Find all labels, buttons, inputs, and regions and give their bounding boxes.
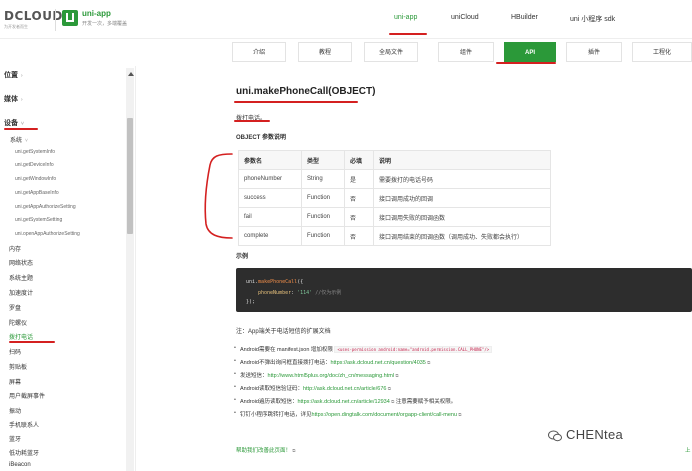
annotation-bracket — [204, 153, 233, 239]
wechat-icon — [548, 430, 562, 442]
watermark: CHENtea — [566, 427, 624, 442]
